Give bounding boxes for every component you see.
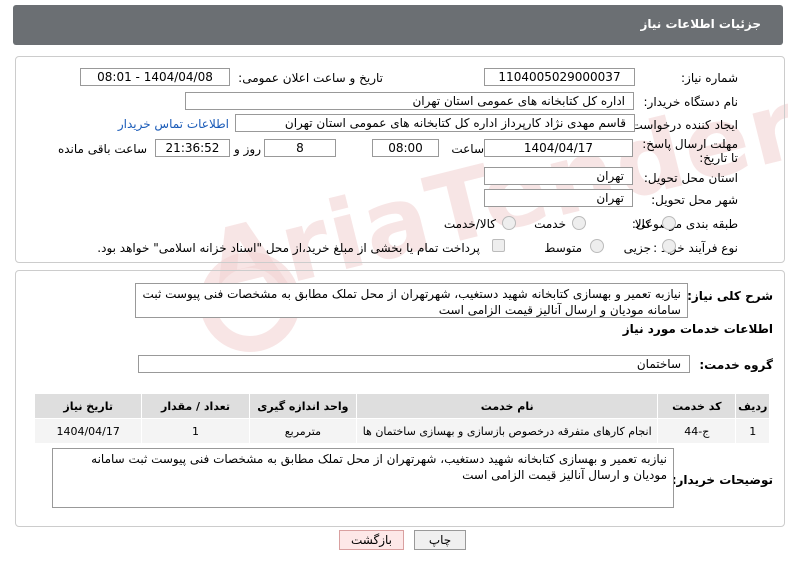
cell-row: 1 <box>735 418 770 444</box>
buyer-contact-link[interactable]: اطلاعات تماس خریدار <box>118 117 229 131</box>
print-button[interactable]: چاپ <box>414 530 466 550</box>
remaining-time-field: 21:36:52 <box>155 139 230 157</box>
cell-qty: 1 <box>141 418 250 444</box>
cell-name: انجام کارهای متفرقه درخصوص بازسازی و بهس… <box>356 418 659 444</box>
requester-field: قاسم مهدی نژاد کارپرداز اداره کل کتابخان… <box>235 114 635 132</box>
col-name-header: نام خدمت <box>356 393 659 419</box>
category-goods-service-radio[interactable] <box>502 216 516 230</box>
city-field: تهران <box>484 189 633 207</box>
cell-code: ج-44 <box>657 418 737 444</box>
announce-datetime-field: 1404/04/08 - 08:01 <box>80 68 230 86</box>
service-group-label: گروه خدمت: <box>699 358 773 372</box>
days-label: روز و <box>234 142 261 156</box>
treasury-payment-note: پرداخت تمام یا بخشی از مبلغ خرید،از محل … <box>97 241 480 255</box>
services-table: ردیف کد خدمت نام خدمت واحد اندازه گیری ت… <box>33 393 770 444</box>
page-header: جزئیات اطلاعات نیاز <box>13 5 783 45</box>
col-code-header: کد خدمت <box>657 393 737 419</box>
need-number-field: 1104005029000037 <box>484 68 635 86</box>
col-unit-header: واحد اندازه گیری <box>248 393 358 419</box>
province-label: استان محل تحویل: <box>643 171 738 185</box>
deadline-time-field: 08:00 <box>372 139 439 157</box>
category-goods-radio[interactable] <box>662 216 676 230</box>
deadline-time-label: ساعت <box>451 142 484 156</box>
remaining-time-label: ساعت باقی مانده <box>57 142 147 156</box>
deadline-label: مهلت ارسال پاسخ: تا تاریخ: <box>642 137 738 165</box>
process-minor-label: جزیی <box>623 241 651 255</box>
cell-unit: مترمربع <box>248 418 358 444</box>
announce-datetime-label: تاریخ و ساعت اعلان عمومی: <box>238 71 383 85</box>
col-qty-header: تعداد / مقدار <box>141 393 250 419</box>
process-medium-label: متوسط <box>544 241 582 255</box>
city-label: شهر محل تحویل: <box>651 193 738 207</box>
col-row-header: ردیف <box>735 393 770 419</box>
col-date-header: تاریخ نیاز <box>33 393 143 419</box>
category-goods-service-label: کالا/خدمت <box>443 217 496 231</box>
need-number-label: شماره نیاز: <box>681 71 738 85</box>
category-goods-label: کالا <box>634 217 651 231</box>
requester-label: ایجاد کننده درخواست: <box>627 118 738 132</box>
buyer-notes-label: توضیحات خریدار: <box>671 473 773 487</box>
services-title: اطلاعات خدمات مورد نیاز <box>622 322 773 336</box>
days-field: 8 <box>264 139 336 157</box>
process-minor-radio[interactable] <box>662 239 676 253</box>
buyer-notes-textarea[interactable]: نیازبه تعمیر و بهسازی کتابخانه شهید دستغ… <box>52 448 674 508</box>
buyer-org-label: نام دستگاه خریدار: <box>643 95 739 109</box>
treasury-payment-checkbox[interactable] <box>492 239 505 252</box>
buyer-org-field: اداره کل کتابخانه های عمومی استان تهران <box>185 92 634 110</box>
process-medium-radio[interactable] <box>590 239 604 253</box>
table-row: 1 ج-44 انجام کارهای متفرقه درخصوص بازساز… <box>33 418 770 444</box>
service-group-field: ساختمان <box>138 355 690 373</box>
back-button[interactable]: بازگشت <box>339 530 404 550</box>
summary-textarea[interactable]: نیازبه تعمیر و بهسازی کتابخانه شهید دستغ… <box>135 283 688 318</box>
page-title: جزئیات اطلاعات نیاز <box>640 17 761 31</box>
deadline-date-field: 1404/04/17 <box>484 139 633 157</box>
summary-label: شرح کلی نیاز: <box>687 289 773 303</box>
category-service-radio[interactable] <box>572 216 586 230</box>
cell-date: 1404/04/17 <box>33 418 143 444</box>
province-field: تهران <box>484 167 633 185</box>
category-service-label: خدمت <box>534 217 566 231</box>
table-header-row: ردیف کد خدمت نام خدمت واحد اندازه گیری ت… <box>33 393 770 419</box>
